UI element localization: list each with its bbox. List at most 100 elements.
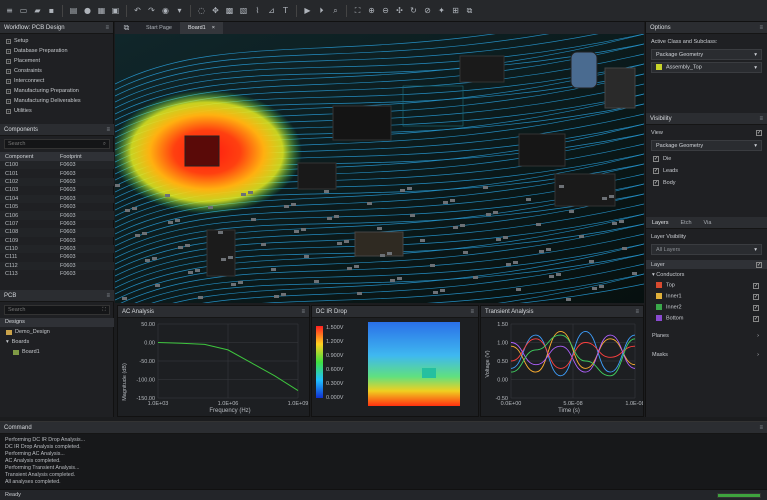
expand-icon[interactable]: + <box>6 38 11 44</box>
open-folder-icon[interactable]: ▰ <box>32 5 43 16</box>
copy-icon[interactable]: ▩ <box>224 5 235 16</box>
table-row[interactable]: C108 F0603 <box>0 228 114 237</box>
redo-icon[interactable]: ↷ <box>146 5 157 16</box>
expand-icon[interactable]: + <box>6 48 11 54</box>
workflow-item[interactable]: + Interconnect <box>0 76 113 86</box>
panel-menu-icon[interactable]: ≡ <box>105 25 109 31</box>
table-row[interactable]: C110 F0603 <box>0 244 114 254</box>
table-row[interactable]: C112 F0603 <box>0 261 114 271</box>
globe-icon[interactable]: ◉ <box>160 5 171 16</box>
layer-checkbox[interactable]: ✓ <box>753 304 759 311</box>
expand-icon[interactable]: + <box>6 68 11 74</box>
lock-icon[interactable]: ▣ <box>110 5 121 16</box>
board-item[interactable]: Board1 <box>0 347 114 357</box>
layer-checkbox[interactable]: ✓ <box>753 293 759 300</box>
layer-item[interactable]: Inner2 ✓ <box>646 302 767 313</box>
close-tab-icon[interactable]: × <box>212 25 215 31</box>
checkbox-icon[interactable]: ✓ <box>653 180 659 186</box>
stop-icon[interactable]: ⊘ <box>422 5 433 16</box>
table-row[interactable]: C107 F0603 <box>0 220 114 228</box>
zoom-in-icon[interactable]: ⊕ <box>366 5 377 16</box>
layer-item[interactable]: Top ✓ <box>646 280 767 291</box>
zoom-fit-icon[interactable]: ⛶ <box>352 5 363 16</box>
expand-arrow-icon[interactable]: ▾ <box>6 339 9 345</box>
tab-start-page[interactable]: Start Page <box>138 22 180 34</box>
layer-checkbox[interactable]: ✓ <box>753 282 759 289</box>
route-icon[interactable]: ⌇ <box>252 5 263 16</box>
step-icon[interactable]: ⏵ <box>316 5 327 16</box>
design-item[interactable]: Demo_Design <box>0 327 114 337</box>
expand-all-icon[interactable]: ⛶ <box>102 307 106 314</box>
expand-icon[interactable]: + <box>6 108 11 114</box>
move-icon[interactable]: ✥ <box>210 5 221 16</box>
table-row[interactable]: C100 F0603 <box>0 161 114 170</box>
table-row[interactable]: C103 F0603 <box>0 186 114 194</box>
layer-all-checkbox[interactable]: ✓ <box>756 261 762 268</box>
pcb-search-input[interactable]: Search ⛶ <box>4 305 110 315</box>
workflow-item[interactable]: + Manufacturing Preparation <box>0 86 113 96</box>
panel-menu-icon[interactable]: ≡ <box>635 309 639 315</box>
workflow-item[interactable]: + Manufacturing Deliverables <box>0 96 113 106</box>
panel-menu-icon[interactable]: ≡ <box>759 25 763 31</box>
info-icon[interactable]: ● <box>82 5 93 16</box>
workflow-item[interactable]: + Utilities <box>0 106 113 116</box>
table-row[interactable]: C102 F0603 <box>0 177 114 187</box>
layer-item[interactable]: Inner1 ✓ <box>646 291 767 302</box>
column-header[interactable]: Component <box>0 154 55 160</box>
view-dropdown[interactable]: Package Geometry ▾ <box>651 140 762 151</box>
checkbox-icon[interactable]: ✓ <box>653 156 659 162</box>
conductors-group[interactable]: ▾ Conductors <box>646 269 767 280</box>
column-header[interactable]: Footprint <box>55 154 82 160</box>
panel-menu-icon[interactable]: ≡ <box>470 309 474 315</box>
boards-group[interactable]: ▾ Boards <box>0 337 114 347</box>
select-icon[interactable]: ◌ <box>196 5 207 16</box>
file-menu-icon[interactable]: ≡ <box>4 5 15 16</box>
checkbox-body[interactable]: ✓ Body <box>646 177 767 189</box>
class-dropdown[interactable]: Package Geometry ▾ <box>651 49 762 60</box>
refresh-icon[interactable]: ↻ <box>408 5 419 16</box>
all-layers-dropdown[interactable]: All Layers ▾ <box>651 244 762 255</box>
panel-menu-icon[interactable]: ≡ <box>301 309 305 315</box>
layer-item[interactable]: Bottom ✓ <box>646 313 767 324</box>
workflow-item[interactable]: + Setup <box>0 36 113 46</box>
planes-group[interactable]: Planes › <box>646 330 767 341</box>
zoom-out-icon[interactable]: ⊖ <box>380 5 391 16</box>
expand-icon[interactable]: + <box>6 58 11 64</box>
expand-icon[interactable]: + <box>6 88 11 94</box>
table-row[interactable]: C105 F0603 <box>0 203 114 211</box>
panel-menu-icon[interactable]: ≡ <box>106 293 110 299</box>
table-row[interactable]: C111 F0603 <box>0 253 114 261</box>
view-checkbox[interactable]: ✓ <box>756 130 762 136</box>
components-search-input[interactable]: Search ⌕ <box>4 139 110 149</box>
pan-icon[interactable]: ✣ <box>394 5 405 16</box>
checkbox-icon[interactable]: ✓ <box>653 168 659 174</box>
place-icon[interactable]: ▧ <box>238 5 249 16</box>
expand-icon[interactable]: + <box>6 98 11 104</box>
table-row[interactable]: C109 F0603 <box>0 237 114 245</box>
highlight-icon[interactable]: ✦ <box>436 5 447 16</box>
tab-board1[interactable]: Board1 × <box>180 22 223 34</box>
save-icon[interactable]: ▪ <box>46 5 57 16</box>
checkbox-die[interactable]: ✓ Die <box>646 153 767 165</box>
document-icon[interactable]: ▦ <box>96 5 107 16</box>
table-row[interactable]: C101 F0603 <box>0 169 114 177</box>
table-row[interactable]: C106 F0603 <box>0 211 114 220</box>
play-icon[interactable]: ▶ <box>302 5 313 16</box>
new-file-icon[interactable]: ▭ <box>18 5 29 16</box>
tab-etch[interactable]: Etch <box>675 220 698 226</box>
grid-icon[interactable]: ⊞ <box>450 5 461 16</box>
pcb-3d-viewport[interactable] <box>115 34 644 303</box>
table-row[interactable]: C113 F0603 <box>0 270 114 278</box>
tab-via[interactable]: Via <box>698 220 718 226</box>
panel-menu-icon[interactable]: ≡ <box>106 127 110 133</box>
print-icon[interactable]: ▤ <box>68 5 79 16</box>
zoom-icon[interactable]: ⌕ <box>330 5 341 16</box>
subclass-dropdown[interactable]: Assembly_Top ▾ <box>651 62 762 73</box>
text-icon[interactable]: T <box>280 5 291 16</box>
measure-icon[interactable]: ⊿ <box>266 5 277 16</box>
panel-menu-icon[interactable]: ≡ <box>759 116 763 122</box>
window-icon[interactable]: ⧉ <box>121 23 132 34</box>
panel-menu-icon[interactable]: ≡ <box>759 425 763 431</box>
dropdown-caret-icon[interactable]: ▾ <box>174 5 185 16</box>
checkbox-leads[interactable]: ✓ Leads <box>646 165 767 177</box>
